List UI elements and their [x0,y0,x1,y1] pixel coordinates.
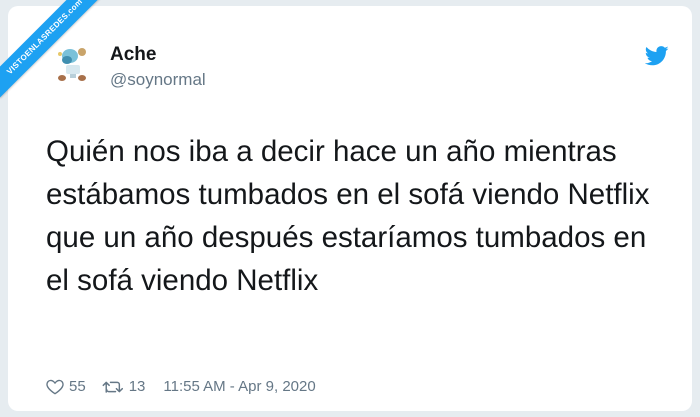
author-handle[interactable]: @soynormal [110,70,206,90]
tweet-text: Quién nos iba a decir hace un año mientr… [46,135,650,297]
tweet-meta: 55 13 11:55 AM - Apr 9, 2020 [46,378,316,395]
watermark-suffix: .com [63,0,85,18]
author-name[interactable]: Ache [110,44,156,66]
tweet-timestamp[interactable]: 11:55 AM - Apr 9, 2020 [163,378,315,395]
twitter-bird-icon[interactable] [644,46,669,66]
tweet-card: VISTOENLASREDES.com Ache @soynormal Quié… [0,0,692,411]
heart-icon[interactable] [46,378,64,395]
like-count[interactable]: 55 [69,378,86,395]
retweet-icon[interactable] [102,379,124,395]
avatar-image [48,38,98,88]
retweet-count[interactable]: 13 [129,378,146,395]
avatar[interactable] [48,38,98,88]
